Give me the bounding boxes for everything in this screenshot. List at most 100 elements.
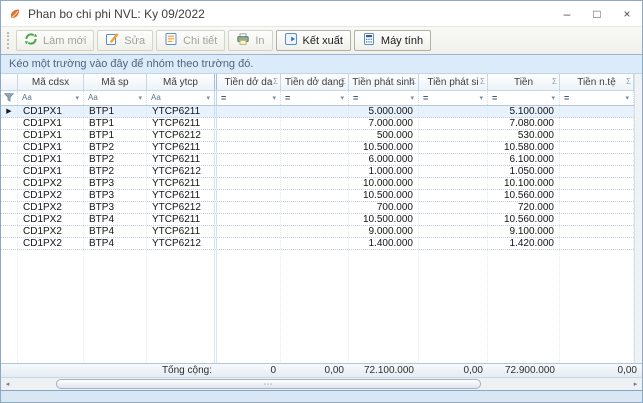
cell-tien[interactable]: 720.000 bbox=[488, 202, 560, 213]
close-button[interactable]: × bbox=[612, 1, 642, 26]
cell-tien_do_dang[interactable] bbox=[281, 178, 349, 189]
filter-cell-ma_sp[interactable]: Aa ▾ bbox=[84, 91, 147, 105]
scroll-left-button[interactable]: ◂ bbox=[1, 378, 14, 390]
cell-tien_phat_sinh[interactable]: 10.500.000 bbox=[349, 142, 419, 153]
cell-tien_nte[interactable] bbox=[560, 178, 634, 189]
row-indicator-cell[interactable] bbox=[1, 166, 18, 177]
chevron-down-icon[interactable]: ▾ bbox=[625, 95, 629, 102]
cell-tien_phat_si[interactable] bbox=[419, 214, 488, 225]
row-indicator-cell[interactable] bbox=[1, 226, 18, 237]
cell-ma_sp[interactable]: BTP1 bbox=[84, 118, 147, 129]
column-header-ma_cdsx[interactable]: Mã cdsx bbox=[18, 74, 84, 90]
cell-tien_phat_sinh[interactable]: 500.000 bbox=[349, 130, 419, 141]
cell-tien_phat_sinh[interactable]: 10.000.000 bbox=[349, 178, 419, 189]
horizontal-scrollbar[interactable]: ◂ ⋯ ▸ bbox=[1, 377, 642, 390]
filter-cell-tien_do_dang[interactable]: =▾ bbox=[281, 91, 349, 105]
cell-ma_ytcp[interactable]: YTCP6211 bbox=[147, 106, 217, 117]
scrollbar-thumb[interactable]: ⋯ bbox=[56, 379, 481, 389]
cell-ma_cdsx[interactable]: CD1PX2 bbox=[18, 190, 84, 201]
cell-tien[interactable]: 1.050.000 bbox=[488, 166, 560, 177]
cell-ma_cdsx[interactable]: CD1PX2 bbox=[18, 178, 84, 189]
sum-icon[interactable]: Σ bbox=[273, 78, 278, 86]
cell-ma_sp[interactable]: BTP3 bbox=[84, 190, 147, 201]
cell-tien_do_dang[interactable] bbox=[281, 106, 349, 117]
row-indicator-cell[interactable] bbox=[1, 214, 18, 225]
cell-ma_sp[interactable]: BTP1 bbox=[84, 106, 147, 117]
cell-tien_phat_si[interactable] bbox=[419, 238, 488, 249]
equals-filter-icon[interactable]: = bbox=[492, 94, 497, 102]
equals-filter-icon[interactable]: = bbox=[353, 94, 358, 102]
column-header-tien_do_da[interactable]: Tiền dở daΣ bbox=[217, 74, 281, 90]
cell-tien_do_dang[interactable] bbox=[281, 154, 349, 165]
funnel-icon[interactable] bbox=[4, 91, 14, 105]
cell-tien_phat_sinh[interactable]: 1.000.000 bbox=[349, 166, 419, 177]
cell-tien_do_dang[interactable] bbox=[281, 166, 349, 177]
cell-ma_sp[interactable]: BTP4 bbox=[84, 238, 147, 249]
column-header-indicator[interactable] bbox=[1, 74, 18, 90]
cell-tien_do_da[interactable] bbox=[217, 202, 281, 213]
cell-ma_ytcp[interactable]: YTCP6212 bbox=[147, 130, 217, 141]
cell-tien[interactable]: 6.100.000 bbox=[488, 154, 560, 165]
cell-tien_do_da[interactable] bbox=[217, 142, 281, 153]
cell-tien_nte[interactable] bbox=[560, 214, 634, 225]
cell-ma_cdsx[interactable]: CD1PX1 bbox=[18, 142, 84, 153]
chevron-down-icon[interactable]: ▾ bbox=[272, 95, 276, 102]
cell-tien_nte[interactable] bbox=[560, 202, 634, 213]
cell-tien[interactable]: 5.100.000 bbox=[488, 106, 560, 117]
cell-tien_phat_si[interactable] bbox=[419, 202, 488, 213]
chevron-down-icon[interactable]: ▾ bbox=[340, 95, 344, 102]
text-filter-icon[interactable]: Aa bbox=[22, 94, 32, 102]
cell-tien_do_da[interactable] bbox=[217, 106, 281, 117]
cell-ma_sp[interactable]: BTP3 bbox=[84, 202, 147, 213]
row-indicator-cell[interactable] bbox=[1, 142, 18, 153]
cell-tien_do_da[interactable] bbox=[217, 166, 281, 177]
cell-tien_nte[interactable] bbox=[560, 130, 634, 141]
column-header-tien_phat_si[interactable]: Tiền phát siΣ bbox=[419, 74, 488, 90]
cell-ma_sp[interactable]: BTP3 bbox=[84, 178, 147, 189]
equals-filter-icon[interactable]: = bbox=[285, 94, 290, 102]
column-header-ma_ytcp[interactable]: Mã ytcp bbox=[147, 74, 217, 90]
row-indicator-cell[interactable] bbox=[1, 118, 18, 129]
toolbar-button-4[interactable]: In bbox=[228, 30, 272, 51]
cell-ma_cdsx[interactable]: CD1PX2 bbox=[18, 202, 84, 213]
cell-tien[interactable]: 10.560.000 bbox=[488, 214, 560, 225]
equals-filter-icon[interactable]: = bbox=[423, 94, 428, 102]
cell-tien_phat_sinh[interactable]: 10.500.000 bbox=[349, 214, 419, 225]
cell-ma_cdsx[interactable]: CD1PX2 bbox=[18, 226, 84, 237]
cell-tien_phat_si[interactable] bbox=[419, 226, 488, 237]
column-header-tien_phat_sinh[interactable]: Tiền phát sinhΣ bbox=[349, 74, 419, 90]
chevron-down-icon[interactable]: ▾ bbox=[410, 95, 414, 102]
column-header-tien_do_dang[interactable]: Tiền dở dangΣ bbox=[281, 74, 349, 90]
cell-ma_ytcp[interactable]: YTCP6212 bbox=[147, 238, 217, 249]
cell-tien_do_dang[interactable] bbox=[281, 130, 349, 141]
cell-tien_phat_si[interactable] bbox=[419, 118, 488, 129]
group-by-panel[interactable]: Kéo một trường vào đây để nhóm theo trườ… bbox=[1, 55, 642, 74]
filter-cell-tien_do_da[interactable]: =▾ bbox=[217, 91, 281, 105]
cell-tien_nte[interactable] bbox=[560, 238, 634, 249]
chevron-down-icon[interactable]: ▾ bbox=[551, 95, 555, 102]
cell-tien_do_dang[interactable] bbox=[281, 190, 349, 201]
cell-tien_do_dang[interactable] bbox=[281, 202, 349, 213]
filter-cell-indicator[interactable] bbox=[1, 91, 18, 105]
sum-icon[interactable]: Σ bbox=[411, 78, 416, 86]
cell-tien_phat_si[interactable] bbox=[419, 130, 488, 141]
chevron-down-icon[interactable]: ▾ bbox=[138, 95, 142, 102]
cell-ma_ytcp[interactable]: YTCP6211 bbox=[147, 178, 217, 189]
cell-tien_nte[interactable] bbox=[560, 154, 634, 165]
cell-tien_do_da[interactable] bbox=[217, 130, 281, 141]
sum-icon[interactable]: Σ bbox=[552, 78, 557, 86]
cell-ma_sp[interactable]: BTP4 bbox=[84, 226, 147, 237]
cell-ma_cdsx[interactable]: CD1PX1 bbox=[18, 130, 84, 141]
cell-tien[interactable]: 10.100.000 bbox=[488, 178, 560, 189]
row-indicator-cell[interactable]: ▶ bbox=[1, 106, 18, 117]
cell-tien_phat_si[interactable] bbox=[419, 142, 488, 153]
row-indicator-cell[interactable] bbox=[1, 154, 18, 165]
column-header-tien_nte[interactable]: Tiền n.tệΣ bbox=[560, 74, 634, 90]
cell-ma_ytcp[interactable]: YTCP6211 bbox=[147, 154, 217, 165]
row-indicator-cell[interactable] bbox=[1, 178, 18, 189]
cell-tien_do_da[interactable] bbox=[217, 226, 281, 237]
cell-tien[interactable]: 7.080.000 bbox=[488, 118, 560, 129]
cell-tien_phat_si[interactable] bbox=[419, 190, 488, 201]
cell-tien_phat_si[interactable] bbox=[419, 178, 488, 189]
text-filter-icon[interactable]: Aa bbox=[88, 94, 98, 102]
